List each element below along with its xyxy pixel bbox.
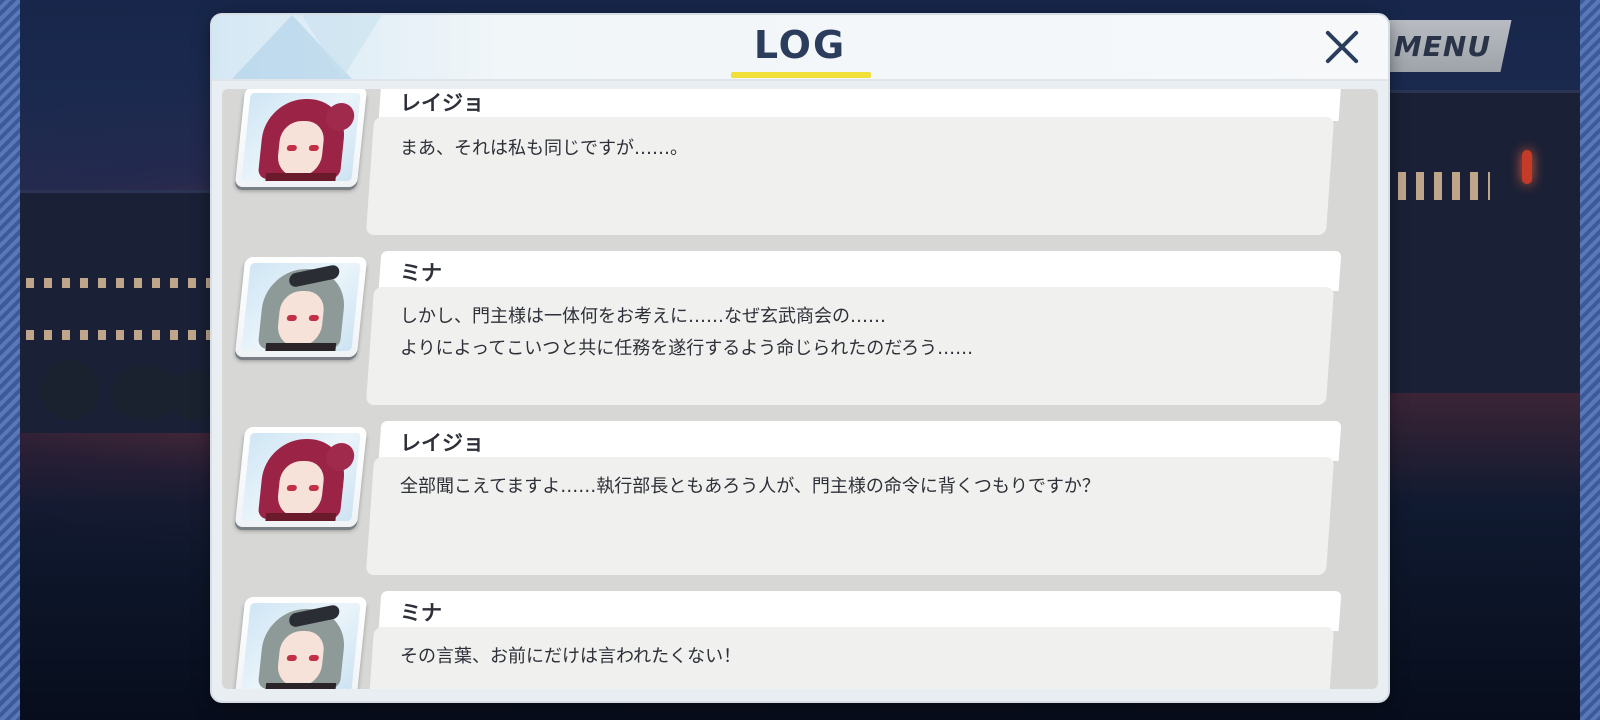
log-entry: レイジョ 全部聞こえてますよ……執行部長ともあろう人が、門主様の命令に背くつもり… xyxy=(222,407,1378,575)
background-tree xyxy=(40,360,100,420)
right-border-stripe xyxy=(1580,0,1600,720)
log-title: LOG xyxy=(753,23,847,67)
dialogue-line: その言葉、お前にだけは言われたくない！ xyxy=(400,646,742,667)
speaker-name: ミナ xyxy=(400,601,442,625)
speaker-name: ミナ xyxy=(400,261,442,285)
background-windows xyxy=(26,278,216,288)
log-header: LOG xyxy=(212,15,1388,81)
speaker-plate xyxy=(378,591,1342,631)
portrait-reijo xyxy=(234,89,368,187)
log-entry: ミナ しかし、門主様は一体何をお考えに……なぜ玄武商会の…… よりによってこいつ… xyxy=(222,237,1378,405)
log-panel: LOG レイジョ まあ、それは私も同じですが……。 ミナ しかし、門主様は一体何… xyxy=(212,15,1388,701)
background-building-right xyxy=(1360,90,1580,393)
dialogue-line: しかし、門主様は一体何をお考えに……なぜ玄武商会の…… xyxy=(400,306,886,327)
speaker-name: レイジョ xyxy=(400,431,484,455)
background-windows xyxy=(26,330,216,340)
background-windows xyxy=(1380,172,1490,200)
red-lantern xyxy=(1522,150,1532,184)
dialogue-line: よりによってこいつと共に任務を遂行するよう命じられたのだろう…… xyxy=(400,338,974,359)
log-entry: ミナ その言葉、お前にだけは言われたくない！ xyxy=(222,577,1378,689)
menu-button[interactable]: MENU xyxy=(1374,20,1512,72)
log-list[interactable]: レイジョ まあ、それは私も同じですが……。 ミナ しかし、門主様は一体何をお考え… xyxy=(222,89,1378,689)
dialogue-line: まあ、それは私も同じですが……。 xyxy=(400,138,688,159)
speaker-name: レイジョ xyxy=(400,91,484,115)
dialogue-line: 全部聞こえてますよ……執行部長ともあろう人が、門主様の命令に背くつもりですか？ xyxy=(400,476,1100,497)
game-screen: MENU LOG レイジョ まあ、それは私も同じですが……。 ミナ しかし、門主… xyxy=(0,0,1600,720)
portrait-mina xyxy=(234,257,368,357)
left-border-stripe xyxy=(0,0,20,720)
close-icon[interactable] xyxy=(1320,25,1364,69)
portrait-mina xyxy=(234,597,368,689)
title-underline xyxy=(731,72,871,78)
menu-label: MENU xyxy=(1394,29,1492,63)
speaker-plate xyxy=(378,421,1342,461)
speaker-plate xyxy=(378,251,1342,291)
portrait-reijo xyxy=(234,427,368,527)
log-entry: レイジョ まあ、それは私も同じですが……。 xyxy=(222,89,1378,235)
